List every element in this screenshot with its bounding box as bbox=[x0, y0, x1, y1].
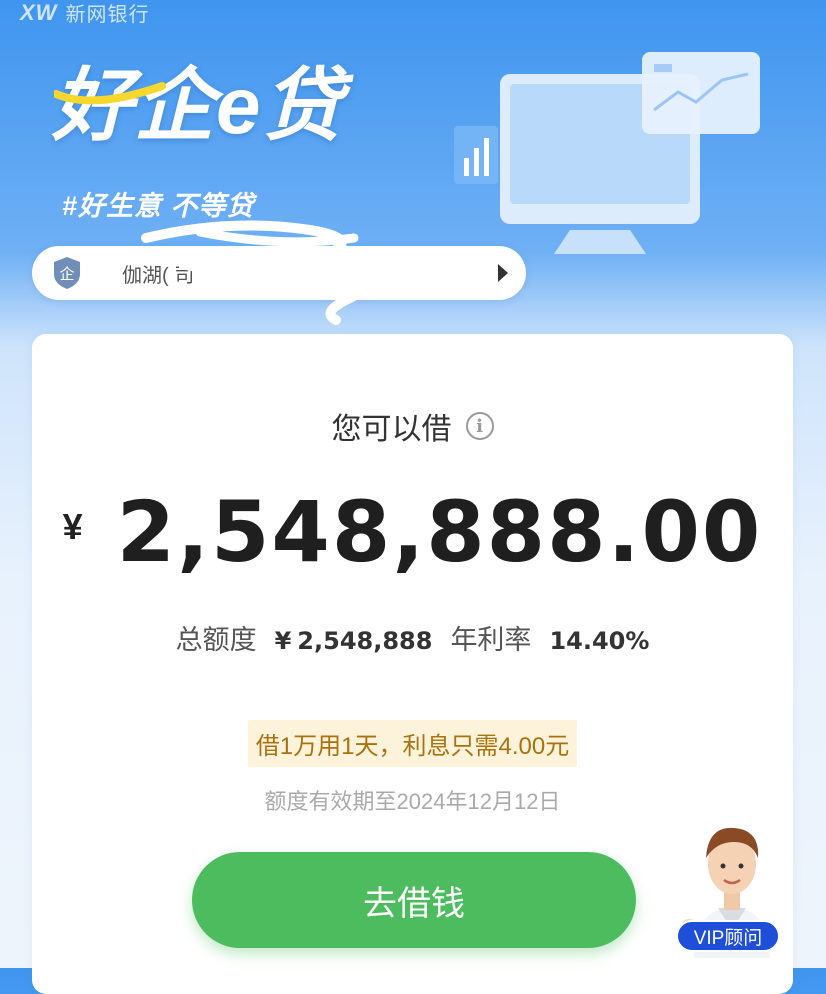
brand-banner: 好企e贷 #好生意 不等贷 bbox=[52, 66, 345, 222]
monitor-chart-illustration bbox=[454, 52, 760, 254]
borrowable-amount: 2,548,888.00 bbox=[116, 483, 763, 581]
limit-rate-row: 总额度 ¥ 2,548,888 年利率 14.40% bbox=[32, 618, 793, 657]
enterprise-shield-icon: 企 bbox=[54, 257, 80, 289]
bank-name: 新网银行 bbox=[65, 4, 150, 26]
chevron-right-icon bbox=[498, 264, 508, 282]
annual-rate-label: 年利率 bbox=[450, 625, 532, 655]
brand-swoosh-icon bbox=[54, 82, 166, 105]
info-icon[interactable]: i bbox=[465, 412, 494, 440]
total-limit-label: 总额度 bbox=[175, 625, 257, 655]
redaction-scribble bbox=[141, 220, 373, 325]
currency-symbol: ¥ bbox=[62, 506, 83, 547]
enterprise-badge-text: 企 bbox=[59, 265, 74, 283]
total-limit-currency: ¥ bbox=[274, 627, 292, 655]
total-limit-value: 2,548,888 bbox=[297, 627, 433, 655]
bank-logo-mark: XW bbox=[20, 0, 58, 25]
vip-advisor-label[interactable]: VIP顾问 bbox=[676, 920, 780, 952]
interest-promo: 借1万用1天，利息只需4.00元 bbox=[32, 720, 793, 767]
borrowable-label: 您可以借 bbox=[331, 413, 452, 446]
annual-rate-value: 14.40% bbox=[549, 627, 650, 655]
borrowable-label-row: 您可以借 i bbox=[32, 404, 793, 448]
bank-logo: XW 新网银行 bbox=[20, 0, 149, 27]
borrowable-amount-row: ¥ 2,548,888.00 bbox=[32, 490, 793, 574]
borrow-button[interactable]: 去借钱 bbox=[192, 852, 636, 948]
interest-promo-text: 借1万用1天，利息只需4.00元 bbox=[247, 720, 578, 767]
